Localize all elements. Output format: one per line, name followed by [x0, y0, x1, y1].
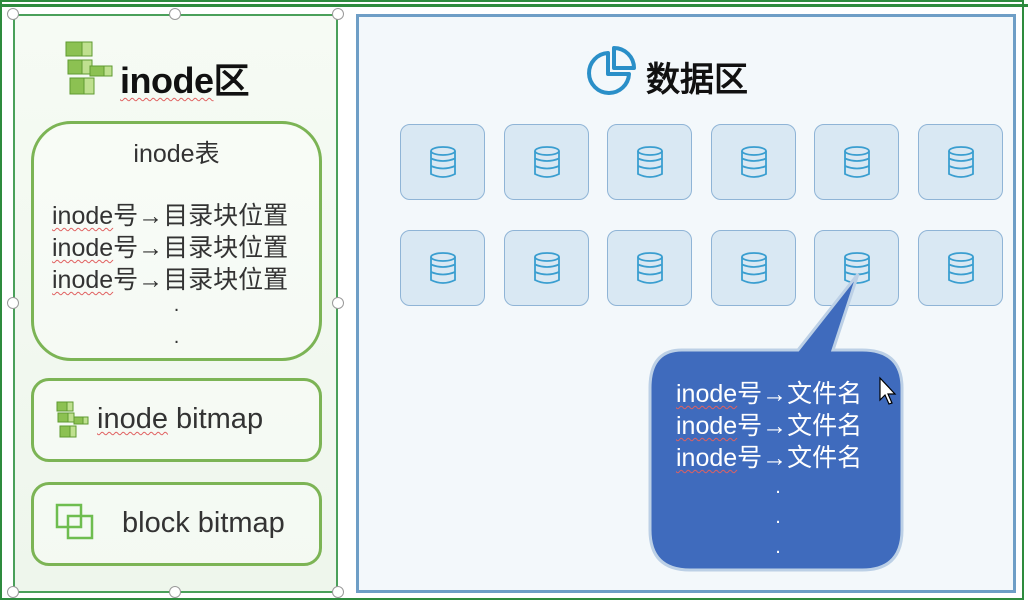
row-text: 号→目录块位置 [113, 234, 289, 262]
inode-bitmap-label: inode bitmap [97, 403, 263, 436]
database-icon [948, 252, 974, 284]
data-block[interactable] [814, 124, 899, 200]
resize-handle-bl[interactable] [7, 586, 19, 598]
ellipsis-dot: . [775, 536, 781, 558]
row-text: 号→文件名 [737, 412, 863, 440]
database-icon [534, 252, 560, 284]
row-prefix: inode [52, 266, 114, 294]
data-block[interactable] [607, 124, 692, 200]
overlapping-squares-icon [55, 503, 94, 540]
resize-handle-mr[interactable] [332, 297, 344, 309]
block-bitmap-label: block bitmap [122, 507, 285, 539]
cubes-icon [65, 41, 113, 95]
resize-handle-tr[interactable] [332, 8, 344, 20]
ellipsis-dot: . [173, 326, 180, 348]
data-block[interactable] [918, 230, 1003, 306]
data-block[interactable] [504, 230, 589, 306]
row-text: 号→目录块位置 [113, 202, 289, 230]
resize-handle-ml[interactable] [7, 297, 19, 309]
row-prefix: inode [52, 202, 114, 230]
top-rule [0, 4, 1028, 7]
database-icon [637, 146, 663, 178]
pie-chart-icon [587, 46, 636, 95]
row-prefix: inode [676, 380, 738, 408]
row-prefix: inode [52, 234, 114, 262]
inode-table-title: inode表 [133, 140, 220, 168]
inode-table-box[interactable]: inode表 inode号→目录块位置 inode号→目录块位置 inode号→… [31, 121, 322, 361]
row-text: 号→文件名 [737, 444, 863, 472]
bubble-row: inode号→文件名 [676, 438, 862, 474]
data-block[interactable] [504, 124, 589, 200]
data-area-title: 数据区 [646, 61, 748, 99]
inode-area-title: inode区 [120, 52, 250, 104]
ellipsis-dot: . [775, 476, 781, 498]
resize-handle-tl[interactable] [7, 8, 19, 20]
data-block[interactable] [400, 124, 485, 200]
row-text: 号→目录块位置 [113, 266, 289, 294]
cubes-icon [56, 401, 89, 438]
database-icon [844, 146, 870, 178]
ellipsis-dot: . [173, 294, 180, 316]
inode-table-row: inode号→目录块位置 [52, 196, 288, 232]
title-prefix: inode [120, 60, 214, 101]
database-icon [430, 252, 456, 284]
title-suffix: 区 [213, 60, 250, 101]
resize-handle-bm[interactable] [169, 586, 181, 598]
resize-handle-br[interactable] [332, 586, 344, 598]
move-cursor-icon [879, 376, 897, 405]
ellipsis-dot: . [775, 506, 781, 528]
resize-handle-tm[interactable] [169, 8, 181, 20]
label-text: bitmap [167, 403, 264, 435]
bubble-row: inode号→文件名 [676, 374, 862, 410]
data-block[interactable] [711, 124, 796, 200]
database-icon [534, 146, 560, 178]
database-icon [948, 146, 974, 178]
database-icon [741, 146, 767, 178]
data-block[interactable] [400, 230, 485, 306]
label-prefix: inode [97, 403, 168, 435]
block-bitmap-box[interactable]: block bitmap [31, 482, 322, 566]
row-prefix: inode [676, 444, 738, 472]
row-prefix: inode [676, 412, 738, 440]
inode-table-row: inode号→目录块位置 [52, 260, 288, 296]
bubble-ellipsis: . . . [650, 470, 906, 570]
row-text: 号→文件名 [737, 380, 863, 408]
inode-bitmap-box[interactable]: inode bitmap [31, 378, 322, 462]
inode-table-row: inode号→目录块位置 [52, 228, 288, 264]
bubble-row: inode号→文件名 [676, 406, 862, 442]
data-block[interactable] [918, 124, 1003, 200]
database-icon [430, 146, 456, 178]
